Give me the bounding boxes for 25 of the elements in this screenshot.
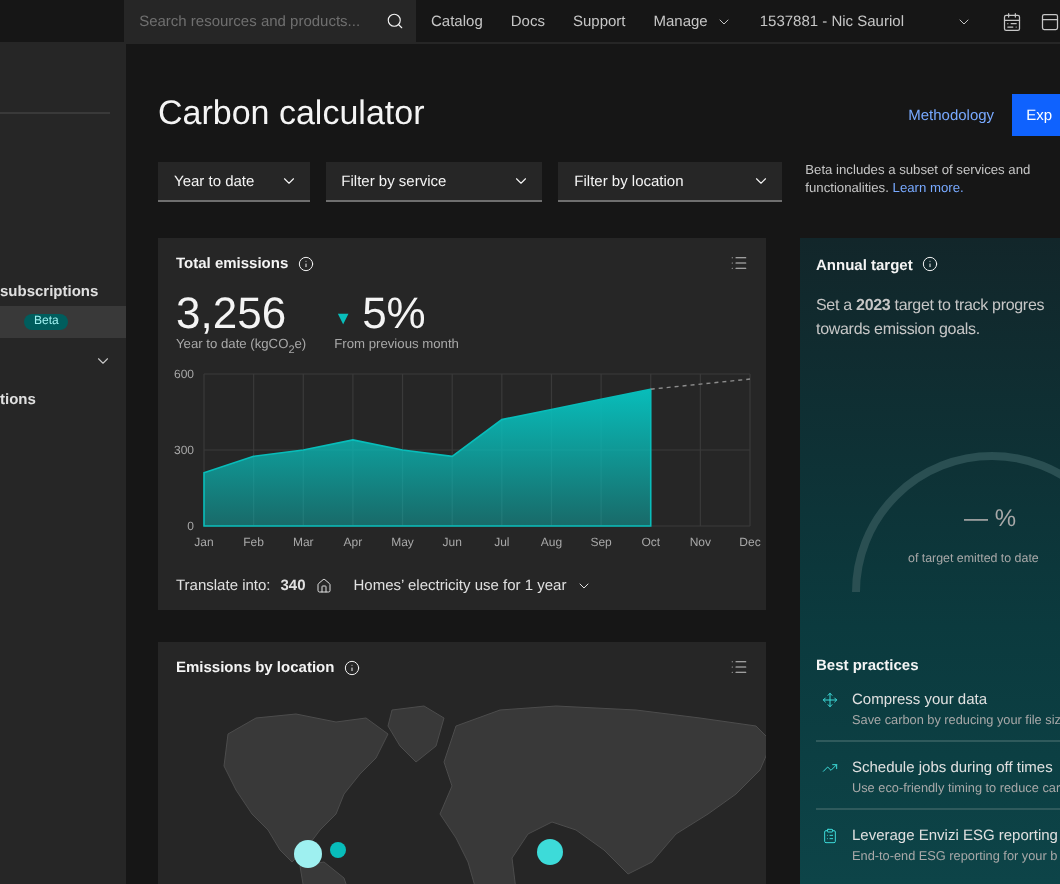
calendar-icon: [1002, 11, 1022, 31]
down-triangle-icon: ▼: [334, 310, 353, 329]
target-description: Set a 2023 target to track progres towards emission goals.: [816, 294, 1047, 343]
gauge-value: — %: [964, 503, 1017, 532]
chevron-down-icon: [512, 172, 531, 190]
menu-icon: [730, 658, 748, 677]
page-title: Carbon calculator: [158, 94, 427, 134]
panel-icon: [1040, 11, 1060, 31]
menu-icon: [730, 254, 748, 273]
home-icon: [315, 577, 332, 593]
chevron-down-icon: [279, 172, 298, 190]
info-icon: [344, 659, 361, 676]
change-value: 5%: [362, 289, 426, 338]
info-icon: [922, 256, 939, 272]
info-icon: [298, 255, 315, 272]
chevron-down-icon: [751, 172, 770, 190]
trend-line-icon: [822, 759, 838, 776]
projection-line: [650, 378, 751, 390]
map-marker: [330, 841, 346, 858]
compress-arrows-icon: [822, 691, 838, 708]
total-value: 3,256: [176, 289, 289, 338]
search-icon: [385, 12, 404, 30]
map-marker: [294, 839, 322, 868]
clipboard-icon: [822, 827, 838, 844]
map-marker: [537, 838, 563, 865]
